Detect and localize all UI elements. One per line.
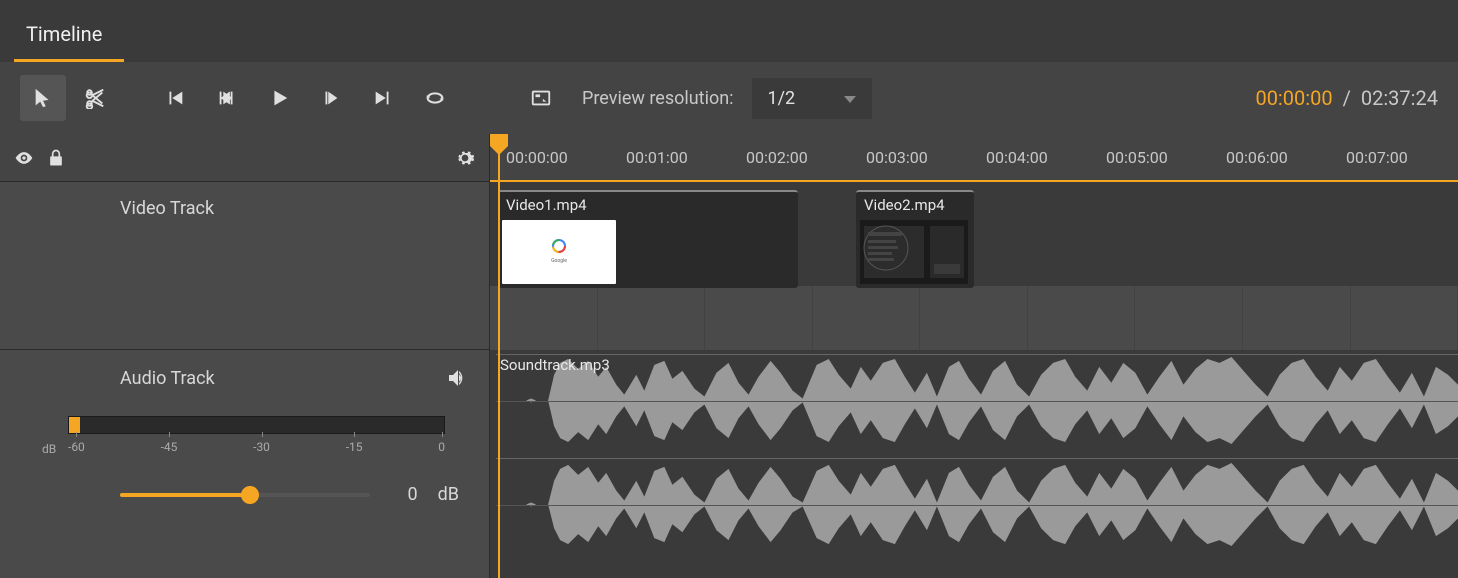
audio-meter-ticks: -60 -45 -30 -15 0: [68, 440, 445, 454]
eye-icon[interactable]: [14, 148, 34, 168]
volume-unit: dB: [438, 484, 459, 505]
tab-bar: Timeline: [0, 0, 1458, 62]
preview-resolution-icon-button[interactable]: [518, 75, 564, 121]
step-forward-button[interactable]: [308, 75, 354, 121]
lock-icon[interactable]: [46, 148, 66, 168]
audio-waveform-channel-2: [496, 458, 1458, 550]
volume-slider-thumb[interactable]: [241, 486, 259, 504]
video-clip-2-thumbnail: [860, 220, 968, 284]
svg-text:Google: Google: [551, 258, 567, 264]
video-clip-1-thumbnail: Google: [502, 220, 616, 284]
ruler-tick: 00:06:00: [1226, 148, 1288, 167]
timecode-current: 00:00:00: [1255, 86, 1332, 110]
db-tick: -15: [346, 440, 363, 454]
skip-start-icon: [164, 87, 186, 109]
ruler-tick: 00:05:00: [1106, 148, 1168, 167]
step-back-button[interactable]: [204, 75, 250, 121]
step-forward-icon: [320, 87, 342, 109]
selection-tool-button[interactable]: [20, 75, 66, 121]
audio-waveform-channel-1: [496, 354, 1458, 446]
preview-resolution-value: 1/2: [768, 88, 796, 109]
skip-end-icon: [372, 87, 394, 109]
cursor-icon: [32, 87, 54, 109]
audio-track-panel: Audio Track dB -60 -45 -30 -15 0: [0, 350, 489, 578]
ruler-tick: 00:00:00: [506, 148, 568, 167]
playhead[interactable]: [498, 134, 500, 578]
gear-icon[interactable]: [455, 148, 475, 168]
volume-slider-fill: [120, 493, 250, 497]
db-tick: -45: [161, 440, 178, 454]
timecode-total: 02:37:24: [1361, 86, 1438, 110]
video-clip-2-label: Video2.mp4: [856, 192, 974, 218]
cut-tool-button[interactable]: [72, 75, 118, 121]
audio-meter: [68, 416, 445, 434]
scissors-icon: [84, 87, 106, 109]
video-clip-2[interactable]: Video2.mp4: [856, 190, 974, 288]
play-button[interactable]: [256, 75, 302, 121]
audio-track-lane[interactable]: Soundtrack.mp3: [490, 350, 1458, 578]
volume-value: 0: [390, 484, 418, 505]
video-clip-1[interactable]: Video1.mp4 Google: [498, 190, 798, 288]
audio-meter-fill: [69, 417, 80, 433]
loop-icon: [424, 87, 446, 109]
preview-resolution-select[interactable]: 1/2: [752, 78, 872, 119]
ruler-tick: 00:03:00: [866, 148, 928, 167]
screen-icon: [530, 87, 552, 109]
speaker-icon[interactable]: [445, 366, 469, 390]
timeline-main: Video Track Audio Track dB -60 -45 -30 -…: [0, 134, 1458, 578]
audio-clip-label: Soundtrack.mp3: [500, 356, 610, 374]
db-tick: -60: [68, 440, 85, 454]
volume-slider[interactable]: [120, 493, 370, 497]
tab-timeline[interactable]: Timeline: [14, 4, 124, 62]
time-ruler[interactable]: 00:00:00 00:01:00 00:02:00 00:03:00 00:0…: [490, 134, 1458, 182]
tracks-area: 00:00:00 00:01:00 00:02:00 00:03:00 00:0…: [490, 134, 1458, 578]
loop-button[interactable]: [412, 75, 458, 121]
skip-start-button[interactable]: [152, 75, 198, 121]
ruler-tick: 00:07:00: [1346, 148, 1408, 167]
db-tick: 0: [438, 440, 445, 454]
db-prefix-label: dB: [42, 442, 56, 456]
track-header-row: [0, 134, 489, 182]
video-track-label: Video Track: [120, 198, 469, 219]
skip-end-button[interactable]: [360, 75, 406, 121]
video-clip-1-label: Video1.mp4: [498, 192, 798, 218]
preview-resolution-label: Preview resolution:: [582, 88, 734, 109]
timecode-display: 00:00:00 / 02:37:24: [1255, 86, 1438, 110]
track-sidebar: Video Track Audio Track dB -60 -45 -30 -…: [0, 134, 490, 578]
ruler-tick: 00:01:00: [626, 148, 688, 167]
video-track-panel: Video Track: [0, 182, 489, 350]
audio-track-label: Audio Track: [120, 368, 215, 389]
timecode-separator: /: [1343, 86, 1351, 110]
ruler-tick: 00:04:00: [986, 148, 1048, 167]
ruler-tick: 00:02:00: [746, 148, 808, 167]
toolbar: Preview resolution: 1/2 00:00:00 / 02:37…: [0, 62, 1458, 134]
play-icon: [268, 87, 290, 109]
db-tick: -30: [253, 440, 270, 454]
video-track-lane[interactable]: Video1.mp4 Google Video2.mp4: [490, 182, 1458, 350]
